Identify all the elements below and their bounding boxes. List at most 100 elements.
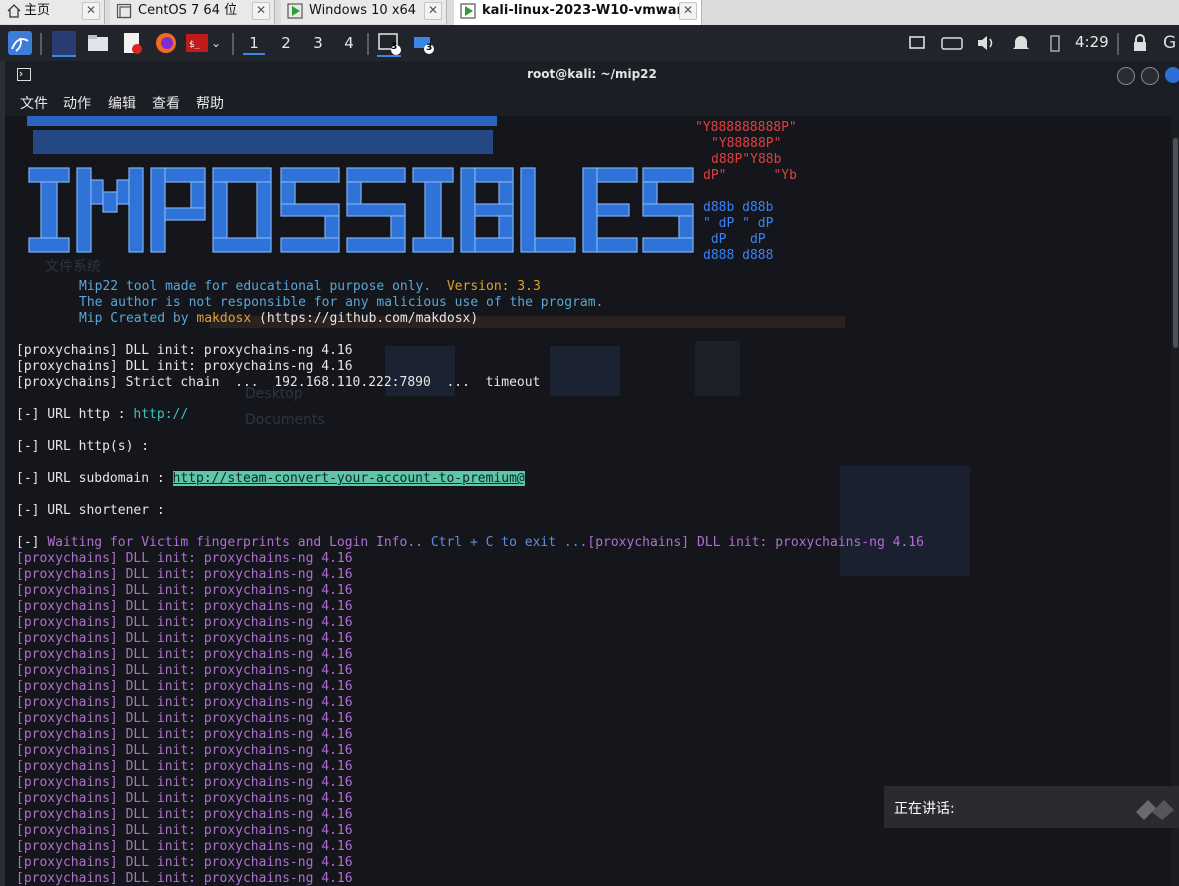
keyboard-icon[interactable] (940, 31, 964, 55)
terminal-titlebar: root@kali: ~/mip22 (5, 61, 1179, 89)
menu-view[interactable]: 查看 (152, 93, 180, 113)
text-editor-icon[interactable] (120, 31, 144, 55)
chevron-down-icon[interactable]: ⌄ (211, 31, 225, 55)
ascii-art-red: "Y888888888P" (695, 120, 797, 135)
tab-label: CentOS 7 64 位 (138, 3, 238, 18)
menu-help[interactable]: 帮助 (196, 93, 224, 113)
panel-separator (232, 33, 234, 55)
proxychains-line: [proxychains] DLL init: proxychains-ng 4… (16, 855, 353, 870)
terminal-menubar: 文件 动作 编辑 查看 帮助 (5, 89, 1179, 116)
proxychains-line: [proxychains] DLL init: proxychains-ng 4… (16, 823, 353, 838)
close-button[interactable] (1165, 67, 1179, 83)
terminal-taskbar-icon[interactable]: 3 (377, 31, 401, 57)
menu-action[interactable]: 动作 (63, 93, 91, 113)
proxychains-line: [proxychains] DLL init: proxychains-ng 4… (16, 631, 353, 646)
url-value: http:// (133, 407, 189, 422)
ascii-art-blue: " dP " dP (703, 216, 774, 231)
proxychains-line: [proxychains] DLL init: proxychains-ng 4… (16, 871, 353, 886)
proxychains-line: [proxychains] DLL init: proxychains-ng 4… (16, 711, 353, 726)
author-name: makdosx (196, 311, 252, 326)
volume-icon[interactable] (974, 31, 998, 55)
proxychains-line: [proxychains] DLL init: proxychains-ng 4… (16, 343, 353, 358)
proxychains-line: [proxychains] DLL init: proxychains-ng 4… (16, 791, 353, 806)
close-icon[interactable]: ✕ (82, 2, 100, 20)
panel-clock[interactable]: 4:29 (1075, 33, 1109, 51)
proxychains-line: [proxychains] DLL init: proxychains-ng 4… (16, 583, 353, 598)
ascii-art-blue: d888 d888 (703, 248, 774, 263)
close-icon[interactable]: ✕ (679, 2, 697, 20)
power-icon[interactable]: G (1163, 31, 1179, 55)
info-line-3: Mip Created by makdosx (https://github.c… (79, 311, 478, 327)
tab-label: 主页 (24, 3, 51, 18)
panel-separator (367, 33, 369, 55)
tab-windows10[interactable]: Windows 10 x64 ✕ (281, 0, 447, 24)
panel-separator (40, 33, 42, 55)
background-ghost-text: 文件系统 (45, 259, 101, 275)
tab-home[interactable]: 主页 ✕ (0, 0, 105, 24)
show-desktop-icon[interactable] (52, 31, 76, 57)
tab-centos[interactable]: CentOS 7 64 位 ✕ (110, 0, 275, 24)
tab-kali[interactable]: kali-linux-2023-W10-vmwar... ✕ (454, 0, 702, 25)
close-icon[interactable]: ✕ (252, 2, 270, 20)
url-subdomain-link[interactable]: http://steam-convert-your-account-to-pre… (172, 471, 525, 486)
proxychains-line: [proxychains] DLL init: proxychains-ng 4… (16, 695, 353, 710)
panel-separator (1117, 33, 1119, 55)
proxychains-line: [proxychains] DLL init: proxychains-ng 4… (16, 647, 353, 662)
speaking-label: 正在讲话: (894, 801, 955, 817)
maximize-button[interactable] (1141, 67, 1159, 85)
workspace-1[interactable]: 1 (243, 33, 265, 55)
window-count-badge: 3 (426, 43, 433, 53)
speaking-indicator: 正在讲话: (884, 786, 1179, 828)
info-text: Mip Created by (79, 311, 197, 326)
notification-bell-icon[interactable] (1009, 31, 1033, 55)
display-icon[interactable] (905, 31, 929, 55)
close-icon[interactable]: ✕ (424, 2, 442, 20)
scrollbar-thumb[interactable] (1173, 138, 1178, 348)
workspace-3[interactable]: 3 (307, 33, 329, 53)
ascii-art-blue: d88b d88b (703, 200, 774, 215)
vm-tab-bar: 主页 ✕ CentOS 7 64 位 ✕ Windows 10 x64 ✕ ka… (0, 0, 1179, 26)
url-label: [-] URL subdomain : (16, 471, 173, 486)
proxychains-line: [proxychains] DLL init: proxychains-ng 4… (16, 759, 353, 774)
proxychains-line: [proxychains] DLL init: proxychains-ng 4… (16, 775, 353, 790)
proxychains-line: [proxychains] DLL init: proxychains-ng 4… (16, 743, 353, 758)
ascii-art-blue: dP dP (703, 232, 766, 247)
file-manager-icon[interactable] (86, 31, 110, 55)
url-label: [-] URL http : (16, 407, 134, 422)
terminal-scrollbar[interactable] (1171, 116, 1179, 886)
terminal-output[interactable]: "Y888888888P" "Y88888P" d88P"Y88b dP" "Y… (5, 116, 1171, 886)
lock-icon[interactable] (1128, 31, 1152, 55)
url-https-line: [-] URL http(s) : (16, 439, 150, 454)
proxychains-line: [proxychains] DLL init: proxychains-ng 4… (587, 535, 924, 550)
kali-menu-icon[interactable] (8, 31, 32, 55)
banner-top-fragment (27, 116, 497, 126)
proxychains-line: [proxychains] DLL init: proxychains-ng 4… (16, 567, 353, 582)
window-count-badge: 3 (391, 42, 398, 52)
window-title: root@kali: ~/mip22 (527, 67, 657, 81)
firefox-icon[interactable] (154, 31, 178, 55)
vm-icon (116, 3, 132, 19)
home-icon (7, 4, 21, 18)
waiting-text: Waiting for Victim fingerprints and Logi… (47, 535, 423, 550)
workspace-4[interactable]: 4 (338, 33, 360, 53)
vm-running-icon (460, 3, 476, 19)
banner-top-fragment (33, 130, 493, 154)
battery-icon (1043, 31, 1067, 55)
proxychains-line: [proxychains] DLL init: proxychains-ng 4… (16, 807, 353, 822)
files-taskbar-icon[interactable]: 3 (412, 31, 436, 55)
proxychains-line: [proxychains] DLL init: proxychains-ng 4… (16, 839, 353, 854)
tab-label: kali-linux-2023-W10-vmwar... (482, 3, 696, 18)
terminal-launcher-icon[interactable]: $_ (185, 31, 209, 55)
info-line-1: Mip22 tool made for educational purpose … (79, 279, 541, 295)
author-url: (https://github.com/makdosx) (251, 311, 479, 326)
status-prefix: [-] (16, 535, 48, 550)
menu-file[interactable]: 文件 (20, 93, 48, 113)
ascii-art-red: "Y88888P" (711, 136, 782, 151)
workspace-2[interactable]: 2 (275, 33, 297, 53)
proxychains-line: [proxychains] DLL init: proxychains-ng 4… (16, 727, 353, 742)
kali-panel: $_ ⌄ 1 2 3 4 3 3 4:29 G (0, 25, 1179, 61)
minimize-button[interactable] (1117, 67, 1135, 85)
proxychains-line: [proxychains] DLL init: proxychains-ng 4… (16, 615, 353, 630)
menu-edit[interactable]: 编辑 (108, 93, 136, 113)
tab-label: Windows 10 x64 (309, 3, 417, 18)
